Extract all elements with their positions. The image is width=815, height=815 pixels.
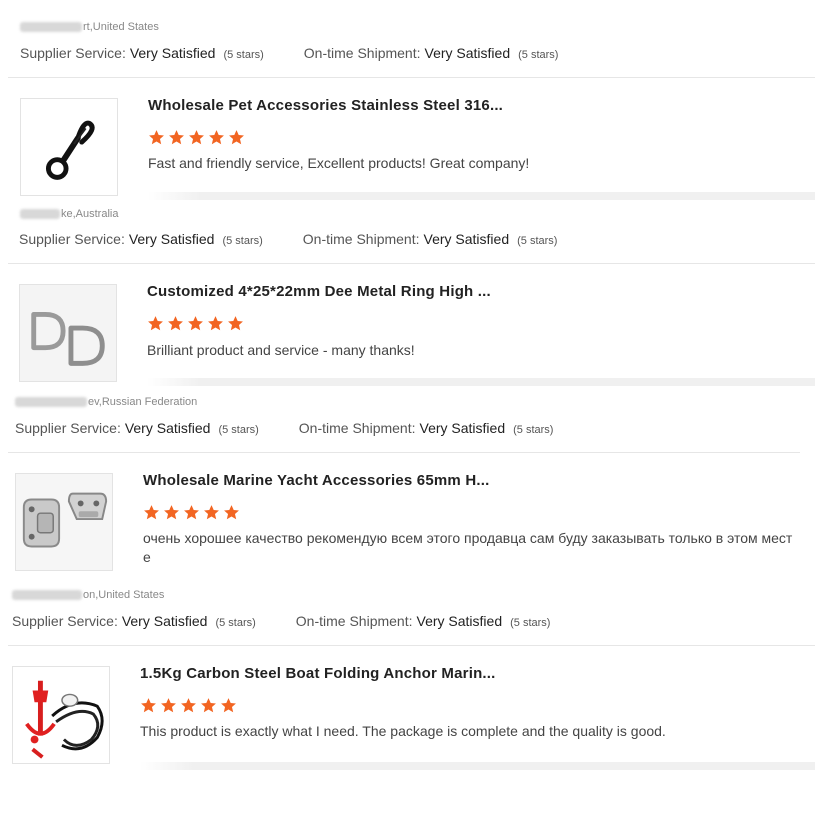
star-icon xyxy=(169,130,184,145)
star-icon xyxy=(208,316,223,331)
supplier-service-stars: (5 stars) xyxy=(215,617,256,629)
d-rings-image xyxy=(20,285,116,381)
shipment-stars: (5 stars) xyxy=(510,617,551,629)
star-rating xyxy=(143,504,240,521)
star-icon xyxy=(144,505,159,520)
product-title[interactable]: Customized 4*25*22mm Dee Metal Ring High… xyxy=(147,283,491,300)
supplier-service-stars: (5 stars) xyxy=(218,424,259,436)
star-icon xyxy=(188,316,203,331)
supplier-service-value: Very Satisfied xyxy=(129,45,216,61)
service-ratings: Supplier Service: Very Satisfied (5 star… xyxy=(20,45,558,61)
review-fade-bar xyxy=(148,192,815,200)
star-icon xyxy=(181,698,196,713)
supplier-service-value: Very Satisfied xyxy=(124,420,211,436)
shipment-value: Very Satisfied xyxy=(424,45,511,61)
product-title[interactable]: 1.5Kg Carbon Steel Boat Folding Anchor M… xyxy=(140,665,496,682)
shipment-label: On-time Shipment: xyxy=(295,613,413,629)
shipment-stars: (5 stars) xyxy=(517,235,558,247)
star-icon xyxy=(168,316,183,331)
product-thumbnail[interactable] xyxy=(15,473,113,571)
star-icon xyxy=(161,698,176,713)
review-divider xyxy=(8,645,815,646)
reviewer-location: ke,Australia xyxy=(20,208,118,220)
star-icon xyxy=(228,316,243,331)
star-icon xyxy=(209,130,224,145)
shipment-stars: (5 stars) xyxy=(513,424,554,436)
shipment-value: Very Satisfied xyxy=(419,420,506,436)
shipment-stars: (5 stars) xyxy=(518,49,559,61)
supplier-service-label: Supplier Service: xyxy=(19,231,125,247)
review-fade-bar xyxy=(147,378,815,386)
review-divider xyxy=(8,263,815,264)
star-rating xyxy=(140,697,237,714)
redacted-name xyxy=(15,397,87,407)
supplier-service-label: Supplier Service: xyxy=(12,613,118,629)
star-icon xyxy=(184,505,199,520)
star-icon xyxy=(164,505,179,520)
star-rating xyxy=(148,129,245,146)
redacted-name xyxy=(12,590,82,600)
review-comment: This product is exactly what I need. The… xyxy=(140,723,666,739)
product-thumbnail[interactable] xyxy=(20,98,118,196)
shipment-value: Very Satisfied xyxy=(423,231,510,247)
reviewer-location: ev,Russian Federation xyxy=(15,396,197,408)
supplier-service-stars: (5 stars) xyxy=(223,49,264,61)
supplier-service-value: Very Satisfied xyxy=(121,613,208,629)
star-icon xyxy=(204,505,219,520)
review-fade-bar xyxy=(140,762,815,770)
review-comment: очень хорошее качество рекомендую всем э… xyxy=(143,530,793,565)
service-ratings: Supplier Service: Very Satisfied (5 star… xyxy=(15,420,553,436)
product-title[interactable]: Wholesale Pet Accessories Stainless Stee… xyxy=(148,97,503,114)
product-thumbnail[interactable] xyxy=(12,666,110,764)
star-icon xyxy=(221,698,236,713)
star-icon xyxy=(224,505,239,520)
redacted-name xyxy=(20,209,60,219)
star-icon xyxy=(148,316,163,331)
star-icon xyxy=(201,698,216,713)
service-ratings: Supplier Service: Very Satisfied (5 star… xyxy=(19,231,557,247)
product-thumbnail[interactable] xyxy=(19,284,117,382)
reviewer-location: on,United States xyxy=(12,589,164,601)
shipment-label: On-time Shipment: xyxy=(303,45,421,61)
product-title[interactable]: Wholesale Marine Yacht Accessories 65mm … xyxy=(143,472,489,489)
star-icon xyxy=(229,130,244,145)
supplier-service-stars: (5 stars) xyxy=(222,235,263,247)
shipment-label: On-time Shipment: xyxy=(298,420,416,436)
star-icon xyxy=(149,130,164,145)
review-divider xyxy=(8,452,800,453)
star-icon xyxy=(189,130,204,145)
shipment-value: Very Satisfied xyxy=(416,613,503,629)
review-comment: Brilliant product and service - many tha… xyxy=(147,342,415,358)
review-comment: Fast and friendly service, Excellent pro… xyxy=(148,155,530,171)
star-rating xyxy=(147,315,244,332)
supplier-service-value: Very Satisfied xyxy=(128,231,215,247)
reviewer-location: rt,United States xyxy=(20,21,159,33)
shipment-label: On-time Shipment: xyxy=(302,231,420,247)
redacted-name xyxy=(20,22,82,32)
black-snap-hook-image xyxy=(45,120,95,180)
review-divider xyxy=(8,77,815,78)
folding-anchor-image xyxy=(25,680,104,759)
supplier-service-label: Supplier Service: xyxy=(15,420,121,436)
star-icon xyxy=(141,698,156,713)
service-ratings: Supplier Service: Very Satisfied (5 star… xyxy=(12,613,550,629)
hinge-hardware-image xyxy=(16,474,112,570)
supplier-service-label: Supplier Service: xyxy=(20,45,126,61)
